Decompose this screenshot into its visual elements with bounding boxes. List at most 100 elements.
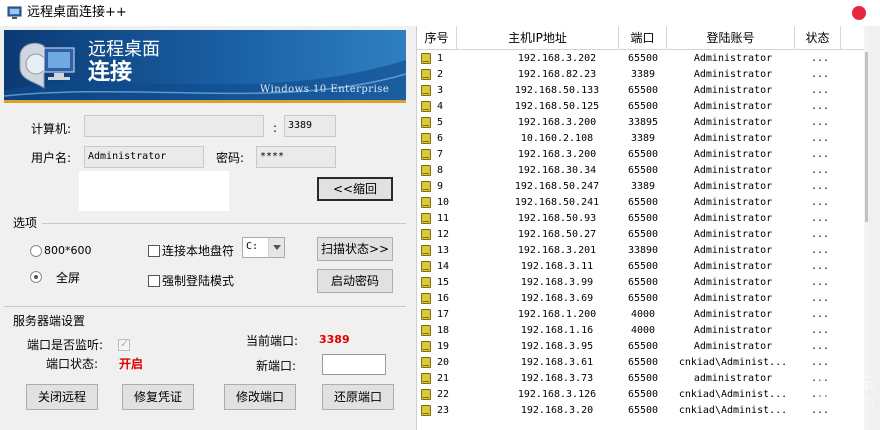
table-row[interactable]: 2 192.168.82.23 3389 Administrator... bbox=[417, 67, 864, 83]
table-row[interactable]: 6 10.160.2.108 3389 Administrator... bbox=[417, 131, 864, 147]
change-port-button[interactable]: 修改端口 bbox=[224, 384, 296, 410]
table-row[interactable]: 17 192.168.1.200 4000 Administrator... bbox=[417, 307, 864, 323]
row-index: 7 bbox=[437, 149, 444, 160]
port-input[interactable]: 3389 bbox=[284, 115, 336, 137]
row-ip: 192.168.50.247 bbox=[514, 181, 600, 192]
port-separator: : bbox=[273, 121, 278, 135]
force-login-label: 强制登陆模式 bbox=[162, 274, 235, 288]
radio-fullscreen-label: 全屏 bbox=[56, 271, 81, 285]
row-ip: 192.168.3.11 bbox=[520, 261, 594, 272]
row-ip: 192.168.3.20 bbox=[520, 405, 594, 416]
row-index: 23 bbox=[437, 405, 450, 416]
row-status: ... bbox=[810, 309, 830, 320]
new-port-input[interactable] bbox=[322, 354, 386, 375]
close-button[interactable] bbox=[852, 6, 866, 20]
table-row[interactable]: 5 192.168.3.200 33895 Administrator... bbox=[417, 115, 864, 131]
row-index: 18 bbox=[437, 325, 450, 336]
row-account: Administrator bbox=[693, 197, 773, 208]
row-port: 33895 bbox=[627, 117, 659, 128]
repair-credential-button[interactable]: 修复凭证 bbox=[122, 384, 194, 410]
row-account: Administrator bbox=[693, 229, 773, 240]
row-index: 22 bbox=[437, 389, 450, 400]
local-drive-label: 连接本地盘符 bbox=[162, 244, 235, 258]
row-status: ... bbox=[810, 181, 830, 192]
table-row[interactable]: 10 192.168.50.241 65500 Administrator... bbox=[417, 195, 864, 211]
force-login-checkbox[interactable] bbox=[148, 275, 160, 287]
username-input[interactable]: Administrator bbox=[84, 146, 204, 168]
row-account: Administrator bbox=[693, 341, 773, 352]
header-account[interactable]: 登陆账号 bbox=[667, 26, 795, 50]
row-account: Administrator bbox=[693, 293, 773, 304]
scrollbar-thumb[interactable] bbox=[865, 52, 868, 222]
collapse-button[interactable]: <<缩回 bbox=[317, 177, 393, 201]
row-port: 65500 bbox=[627, 261, 659, 272]
table-row[interactable]: 18 192.168.1.16 4000 Administrator... bbox=[417, 323, 864, 339]
row-ip: 192.168.1.16 bbox=[520, 325, 594, 336]
row-status: ... bbox=[810, 213, 830, 224]
table-row[interactable]: 16 192.168.3.69 65500 Administrator... bbox=[417, 291, 864, 307]
table-row[interactable]: 11 192.168.50.93 65500 Administrator... bbox=[417, 211, 864, 227]
row-account: Administrator bbox=[693, 85, 773, 96]
username-label: 用户名: bbox=[31, 151, 72, 165]
header-ip[interactable]: 主机IP地址 bbox=[457, 26, 619, 50]
row-ip: 192.168.3.69 bbox=[520, 293, 594, 304]
banner: 远程桌面 连接 Windows 10 Enterprise bbox=[4, 30, 406, 101]
remote-desktop-app-icon bbox=[7, 6, 22, 19]
table-row[interactable]: 14 192.168.3.11 65500 Administrator... bbox=[417, 259, 864, 275]
row-ip: 192.168.3.126 bbox=[517, 389, 597, 400]
row-ip: 192.168.3.73 bbox=[520, 373, 594, 384]
row-index: 6 bbox=[437, 133, 444, 144]
computer-input[interactable] bbox=[84, 115, 264, 137]
radio-800x600[interactable] bbox=[30, 245, 42, 257]
local-drive-checkbox[interactable] bbox=[148, 245, 160, 257]
row-index: 10 bbox=[437, 197, 450, 208]
window-title: 远程桌面连接++ bbox=[27, 5, 127, 20]
row-ip: 192.168.50.93 bbox=[517, 213, 597, 224]
row-ip: 192.168.30.34 bbox=[517, 165, 597, 176]
table-row[interactable]: 1 192.168.3.202 65500 Administrator... bbox=[417, 51, 864, 67]
start-password-button[interactable]: 启动密码 bbox=[317, 269, 393, 293]
table-row[interactable]: 3 192.168.50.133 65500 Administrator... bbox=[417, 83, 864, 99]
row-account: Administrator bbox=[693, 149, 773, 160]
radio-fullscreen[interactable] bbox=[30, 271, 42, 283]
row-port: 65500 bbox=[627, 213, 659, 224]
password-input[interactable]: **** bbox=[256, 146, 336, 168]
header-port[interactable]: 端口 bbox=[619, 26, 667, 50]
drive-select[interactable]: C: bbox=[242, 237, 285, 258]
vertical-scrollbar[interactable] bbox=[864, 26, 868, 430]
row-ip: 192.168.3.200 bbox=[517, 117, 597, 128]
table-row[interactable]: 7 192.168.3.200 65500 Administrator... bbox=[417, 147, 864, 163]
port-listen-checkbox[interactable] bbox=[118, 337, 130, 351]
table-row[interactable]: 19 192.168.3.95 65500 Administrator... bbox=[417, 339, 864, 355]
row-port: 65500 bbox=[627, 357, 659, 368]
table-row[interactable]: 8 192.168.30.34 65500 Administrator... bbox=[417, 163, 864, 179]
row-account: Administrator bbox=[693, 53, 773, 64]
row-index: 3 bbox=[437, 85, 444, 96]
table-row[interactable]: 13 192.168.3.201 33890 Administrator... bbox=[417, 243, 864, 259]
app-window: 远程桌面连接++ 远程桌面 连接 Windows 10 Enterprise 计… bbox=[0, 0, 880, 430]
row-index: 20 bbox=[437, 357, 450, 368]
row-status: ... bbox=[810, 325, 830, 336]
table-row[interactable]: 12 192.168.50.27 65500 Administrator... bbox=[417, 227, 864, 243]
header-index[interactable]: 序号 bbox=[417, 26, 457, 50]
row-ip: 192.168.82.23 bbox=[517, 69, 597, 80]
row-status: ... bbox=[810, 277, 830, 288]
row-index: 16 bbox=[437, 293, 450, 304]
row-ip: 10.160.2.108 bbox=[520, 133, 594, 144]
row-status: ... bbox=[810, 341, 830, 352]
radio-800x600-label: 800*600 bbox=[44, 244, 92, 257]
table-row[interactable]: 20 192.168.3.61 65500 cnkiad\Administ...... bbox=[417, 355, 864, 371]
row-status: ... bbox=[810, 293, 830, 304]
table-row[interactable]: 4 192.168.50.125 65500 Administrator... bbox=[417, 99, 864, 115]
table-row[interactable]: 9 192.168.50.247 3389 Administrator... bbox=[417, 179, 864, 195]
header-status[interactable]: 状态 bbox=[795, 26, 841, 50]
title-bar: 远程桌面连接++ bbox=[0, 0, 880, 26]
row-port: 65500 bbox=[627, 389, 659, 400]
restore-port-button[interactable]: 还原端口 bbox=[322, 384, 394, 410]
new-port-label: 新端口: bbox=[256, 359, 297, 373]
chevron-down-icon[interactable] bbox=[268, 238, 284, 257]
scan-status-button[interactable]: 扫描状态>> bbox=[317, 237, 393, 261]
row-index: 2 bbox=[437, 69, 444, 80]
table-row[interactable]: 15 192.168.3.99 65500 Administrator... bbox=[417, 275, 864, 291]
close-remote-button[interactable]: 关闭远程 bbox=[26, 384, 98, 410]
